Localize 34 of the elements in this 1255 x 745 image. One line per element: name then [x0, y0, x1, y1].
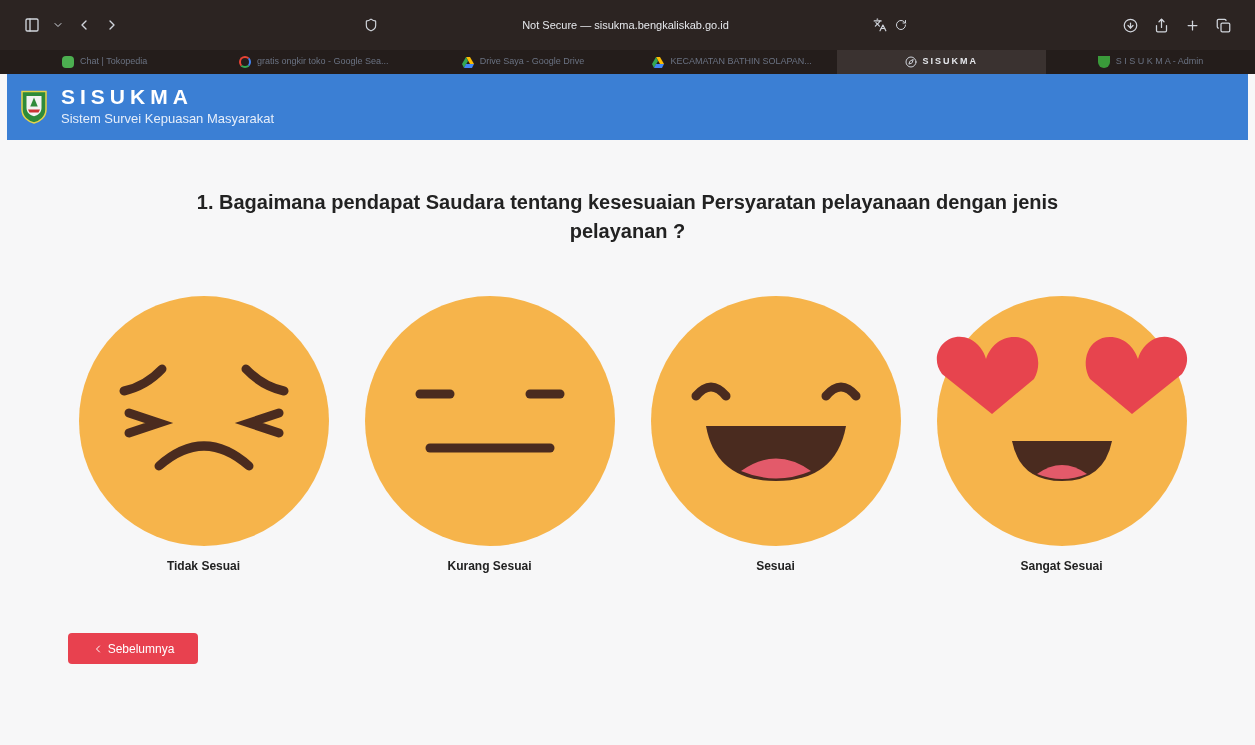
previous-button[interactable]: Sebelumnya — [68, 633, 198, 664]
chat-icon — [61, 56, 74, 68]
reload-icon[interactable] — [895, 19, 907, 31]
translate-icon[interactable] — [873, 18, 887, 32]
sidebar-icon[interactable] — [24, 17, 40, 33]
heart-eyes-face-icon[interactable] — [936, 296, 1187, 546]
download-icon[interactable] — [1123, 17, 1138, 33]
new-tab-icon[interactable] — [1185, 17, 1200, 33]
option-label: Sangat Sesuai — [1020, 558, 1103, 575]
browser-tab[interactable]: KECAMATAN BATHIN SOLAPAN... — [627, 50, 837, 74]
browser-tab[interactable]: gratis ongkir toko - Google Sea... — [209, 50, 419, 74]
browser-tab[interactable]: SISUKMA — [836, 50, 1046, 74]
triangle-icon — [461, 56, 474, 68]
smiling-face-icon[interactable] — [650, 296, 901, 546]
neutral-face-icon[interactable] — [364, 296, 615, 546]
browser-tab[interactable]: Chat | Tokopedia — [0, 50, 210, 74]
triangle-icon — [652, 56, 665, 68]
grimacing-face-icon[interactable] — [78, 296, 329, 546]
browser-tab[interactable]: S I S U K M A - Admin — [1045, 50, 1255, 74]
tabs-overview-icon[interactable] — [1216, 17, 1231, 33]
site-title: SISUKMA — [61, 85, 194, 110]
address-bar[interactable]: Not Secure — sisukma.bengkaliskab.go.id — [522, 16, 729, 34]
google-icon — [238, 56, 251, 68]
browser-tab[interactable]: Drive Saya - Google Drive — [418, 50, 628, 74]
share-icon[interactable] — [1154, 17, 1169, 33]
crest-icon — [1097, 56, 1110, 68]
compass-icon — [904, 56, 917, 68]
question-text: 1. Bagaimana pendapat Saudara tentang kesesuaian Persyaratan pelayanaan dengan jenis pelayanan ? — [195, 190, 1060, 244]
shield-icon — [364, 18, 378, 32]
option-label: Kurang Sesuai — [447, 558, 532, 575]
crest-logo — [19, 89, 49, 125]
option-label: Sesuai — [756, 558, 795, 575]
option-label: Tidak Sesuai — [166, 558, 241, 575]
site-subtitle: Sistem Survei Kepuasan Masyarakat — [61, 110, 275, 129]
